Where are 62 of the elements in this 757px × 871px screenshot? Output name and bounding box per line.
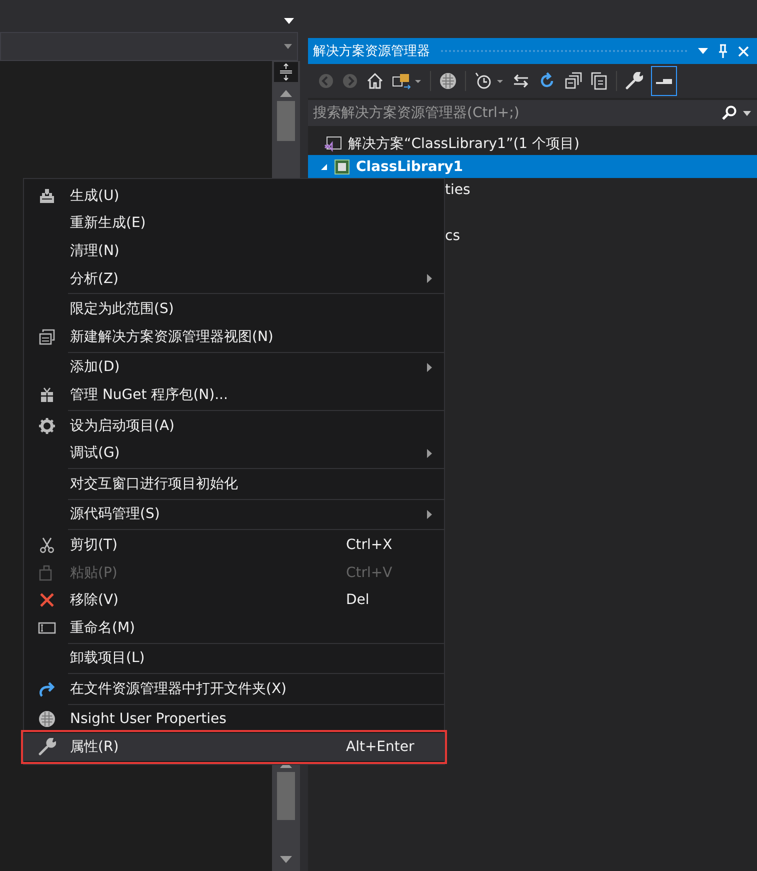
copy-icon[interactable] — [590, 72, 608, 90]
caret-icon — [284, 44, 292, 49]
scroll-thumb[interactable] — [277, 772, 295, 820]
preview-toggle[interactable] — [651, 66, 677, 96]
submenu-arrow-icon — [427, 448, 432, 458]
menu-item[interactable]: 重新生成(E) — [24, 210, 444, 238]
menu-item[interactable]: 新建解决方案资源管理器视图(N) — [24, 322, 444, 351]
globe-icon[interactable] — [439, 72, 457, 90]
collapse-icon[interactable] — [564, 72, 582, 90]
menu-item[interactable]: 调试(G) — [24, 439, 444, 467]
home-icon[interactable] — [366, 72, 384, 90]
submenu-arrow-icon — [427, 510, 432, 519]
csharp-project-icon — [334, 158, 350, 174]
scroll-up-icon[interactable] — [280, 90, 292, 97]
history-icon[interactable] — [474, 72, 504, 90]
menu-item[interactable]: 源代码管理(S) — [24, 500, 444, 528]
preview-icon[interactable] — [655, 77, 673, 85]
menu-item[interactable]: Nsight User Properties — [24, 706, 444, 734]
rename-icon — [38, 622, 56, 634]
menu-item[interactable]: 清理(N) — [24, 237, 444, 265]
menu-item[interactable]: 添加(D) — [24, 354, 444, 382]
menu-item[interactable]: 重命名(M) — [24, 614, 444, 642]
wrench-icon — [38, 738, 56, 756]
split-icon[interactable] — [274, 62, 298, 82]
menu-item[interactable]: 属性(R) Alt+Enter — [24, 733, 444, 761]
close-icon[interactable] — [738, 46, 749, 56]
pin-icon[interactable] — [718, 44, 728, 58]
build-icon — [39, 188, 55, 204]
scroll-down-icon[interactable] — [280, 856, 292, 863]
scroll-thumb[interactable] — [277, 101, 295, 141]
dropdown-icon[interactable] — [743, 110, 751, 116]
window-stack-icon — [39, 328, 55, 345]
menu-item[interactable]: 在文件资源管理器中打开文件夹(X) — [24, 675, 444, 703]
scissors-icon — [39, 536, 55, 553]
menu-item[interactable]: 设为启动项目(A) — [24, 412, 444, 440]
menu-item[interactable]: 剪切(T) Ctrl+X — [24, 531, 444, 559]
package-icon — [40, 386, 54, 403]
wrench-icon[interactable] — [625, 72, 643, 90]
menu-item[interactable]: 限定为此范围(S) — [24, 295, 444, 323]
sync-icon[interactable] — [392, 72, 422, 90]
menu-item[interactable]: 生成(U) — [24, 182, 444, 210]
submenu-arrow-icon — [427, 362, 432, 372]
dropdown-icon[interactable] — [284, 18, 294, 24]
menu-item[interactable]: 管理 NuGet 程序包(N)... — [24, 381, 444, 409]
solution-icon — [324, 136, 342, 152]
expand-arrow-icon[interactable] — [320, 162, 328, 170]
menu-item[interactable]: 对交互窗口进行项目初始化 — [24, 470, 444, 498]
tree-item[interactable]: 解决方案“ClassLibrary1”(1 个项目) — [308, 132, 757, 155]
search-icon[interactable] — [721, 105, 737, 121]
search-box[interactable]: 搜索解决方案资源管理器(Ctrl+;) — [308, 100, 757, 126]
close-icon — [39, 592, 55, 608]
menu-item[interactable]: 移除(V) Del — [24, 586, 444, 614]
swap-icon[interactable] — [512, 73, 530, 89]
menu-item[interactable]: 分析(Z) — [24, 264, 444, 292]
redo-arrow-icon — [38, 680, 56, 697]
tree-item[interactable]: ClassLibrary1 — [308, 155, 757, 178]
panel-title: 解决方案资源管理器 — [313, 43, 430, 60]
globe-icon — [38, 710, 56, 728]
menu-item[interactable]: 卸载项目(L) — [24, 644, 444, 672]
gear-icon — [39, 418, 55, 434]
refresh-icon[interactable] — [538, 72, 556, 90]
submenu-arrow-icon — [427, 274, 432, 284]
